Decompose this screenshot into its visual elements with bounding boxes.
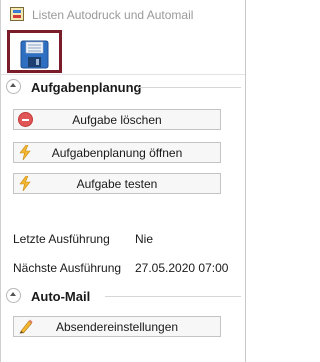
window-title: Listen Autodruck und Automail [32, 8, 194, 22]
window-right-border [245, 0, 246, 362]
save-button[interactable] [7, 30, 62, 73]
toolbar-separator [1, 74, 245, 75]
collapse-toggle-task-planning[interactable] [6, 79, 21, 94]
collapse-toggle-auto-mail[interactable] [6, 288, 21, 303]
test-task-label: Aufgabe testen [76, 177, 158, 191]
test-task-button[interactable]: Aufgabe testen [13, 173, 221, 194]
sender-settings-label: Absendereinstellungen [55, 320, 179, 334]
app-icon [10, 7, 24, 21]
last-run-value: Nie [135, 232, 154, 246]
section-title-auto-mail: Auto-Mail [31, 289, 91, 304]
toolbar [1, 30, 245, 74]
delete-task-button[interactable]: Aufgabe löschen [13, 109, 221, 130]
section-header-auto-mail: Auto-Mail [1, 285, 245, 307]
section-title-task-planning: Aufgabenplanung [31, 80, 142, 95]
open-task-planning-button[interactable]: Aufgabenplanung öffnen [13, 142, 221, 163]
open-task-planning-label: Aufgabenplanung öffnen [51, 146, 183, 160]
sender-settings-button[interactable]: Absendereinstellungen [13, 316, 221, 337]
next-run-label: Nächste Ausführung [13, 261, 122, 275]
title-bar: Listen Autodruck und Automail [1, 0, 245, 30]
section-divider [139, 87, 241, 88]
floppy-disk-icon [20, 40, 49, 69]
section-header-task-planning: Aufgabenplanung [1, 76, 245, 98]
last-run-label: Letzte Ausführung [13, 232, 110, 246]
section-divider [105, 296, 241, 297]
next-run-value: 27.05.2020 07:00 [135, 261, 229, 275]
delete-task-label: Aufgabe löschen [72, 113, 162, 127]
